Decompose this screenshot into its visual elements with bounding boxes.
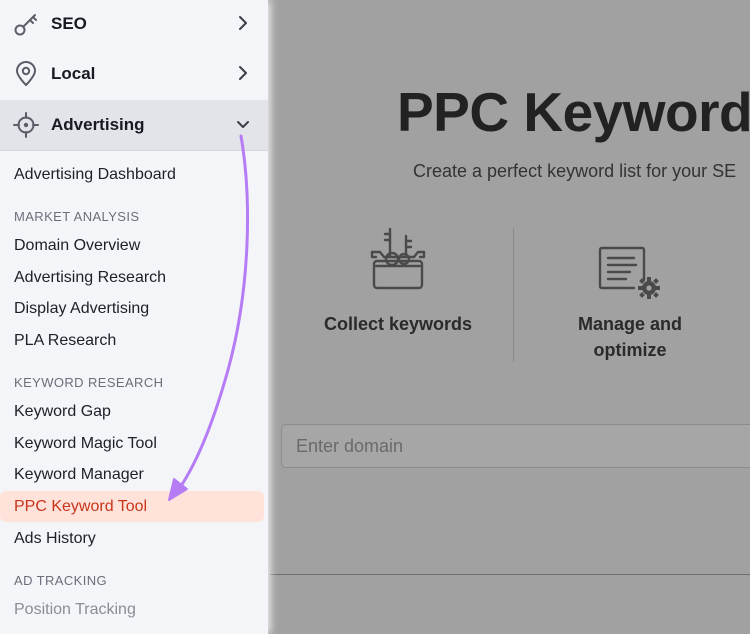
sidebar-item-keyword-magic-tool[interactable]: Keyword Magic Tool [0, 428, 264, 459]
sidebar-item-ppc-keyword-tool[interactable]: PPC Keyword Tool [0, 491, 264, 522]
sidebar-item-local[interactable]: Local [0, 49, 268, 99]
sidebar-item-advertising[interactable]: Advertising [0, 100, 268, 151]
sidebar-item-advertising-dashboard[interactable]: Advertising Dashboard [0, 159, 264, 190]
section-heading-keyword-research: KEYWORD RESEARCH [14, 375, 164, 390]
sidebar-item-advertising-research[interactable]: Advertising Research [0, 262, 264, 293]
sidebar-item-keyword-manager[interactable]: Keyword Manager [0, 459, 264, 490]
sidebar-item-domain-overview[interactable]: Domain Overview [0, 230, 264, 261]
sidebar-item-pla-research[interactable]: PLA Research [0, 325, 264, 356]
map-pin-icon [16, 61, 36, 86]
key-icon [14, 14, 37, 36]
sidebar-item-keyword-gap[interactable]: Keyword Gap [0, 396, 264, 427]
keys-basket-icon [370, 227, 426, 290]
feature-divider [513, 228, 514, 362]
sidebar-item-seo[interactable]: SEO [0, 0, 268, 49]
chevron-down-icon [237, 121, 249, 128]
sidebar-item-label: SEO [51, 14, 87, 33]
crosshair-icon [13, 112, 39, 138]
main-content: PPC Keyword Create a perfect keyword lis… [270, 0, 750, 634]
feature-collect-keywords: Collect keywords [323, 314, 473, 334]
sidebar-item-ads-history[interactable]: Ads History [0, 523, 264, 554]
section-heading-ad-tracking: AD TRACKING [14, 573, 108, 588]
page-subtitle: Create a perfect keyword list for your S… [413, 161, 737, 181]
feature-manage-optimize: Manage and optimize [577, 314, 683, 360]
sidebar-item-display-advertising[interactable]: Display Advertising [0, 293, 264, 324]
sidebar-item-label: Advertising [51, 115, 145, 134]
domain-input[interactable] [281, 424, 750, 468]
sidebar-item-label: Local [51, 64, 96, 83]
chevron-right-icon [239, 66, 247, 80]
settings-document-icon [598, 246, 660, 299]
section-heading-market-analysis: MARKET ANALYSIS [14, 209, 140, 224]
divider [270, 574, 750, 575]
sidebar-item-position-tracking[interactable]: Position Tracking [0, 594, 264, 625]
sidebar: SEO Local Advertising Advertising Dashbo… [0, 0, 268, 634]
chevron-right-icon [239, 16, 247, 30]
page-title: PPC Keyword [397, 81, 750, 143]
